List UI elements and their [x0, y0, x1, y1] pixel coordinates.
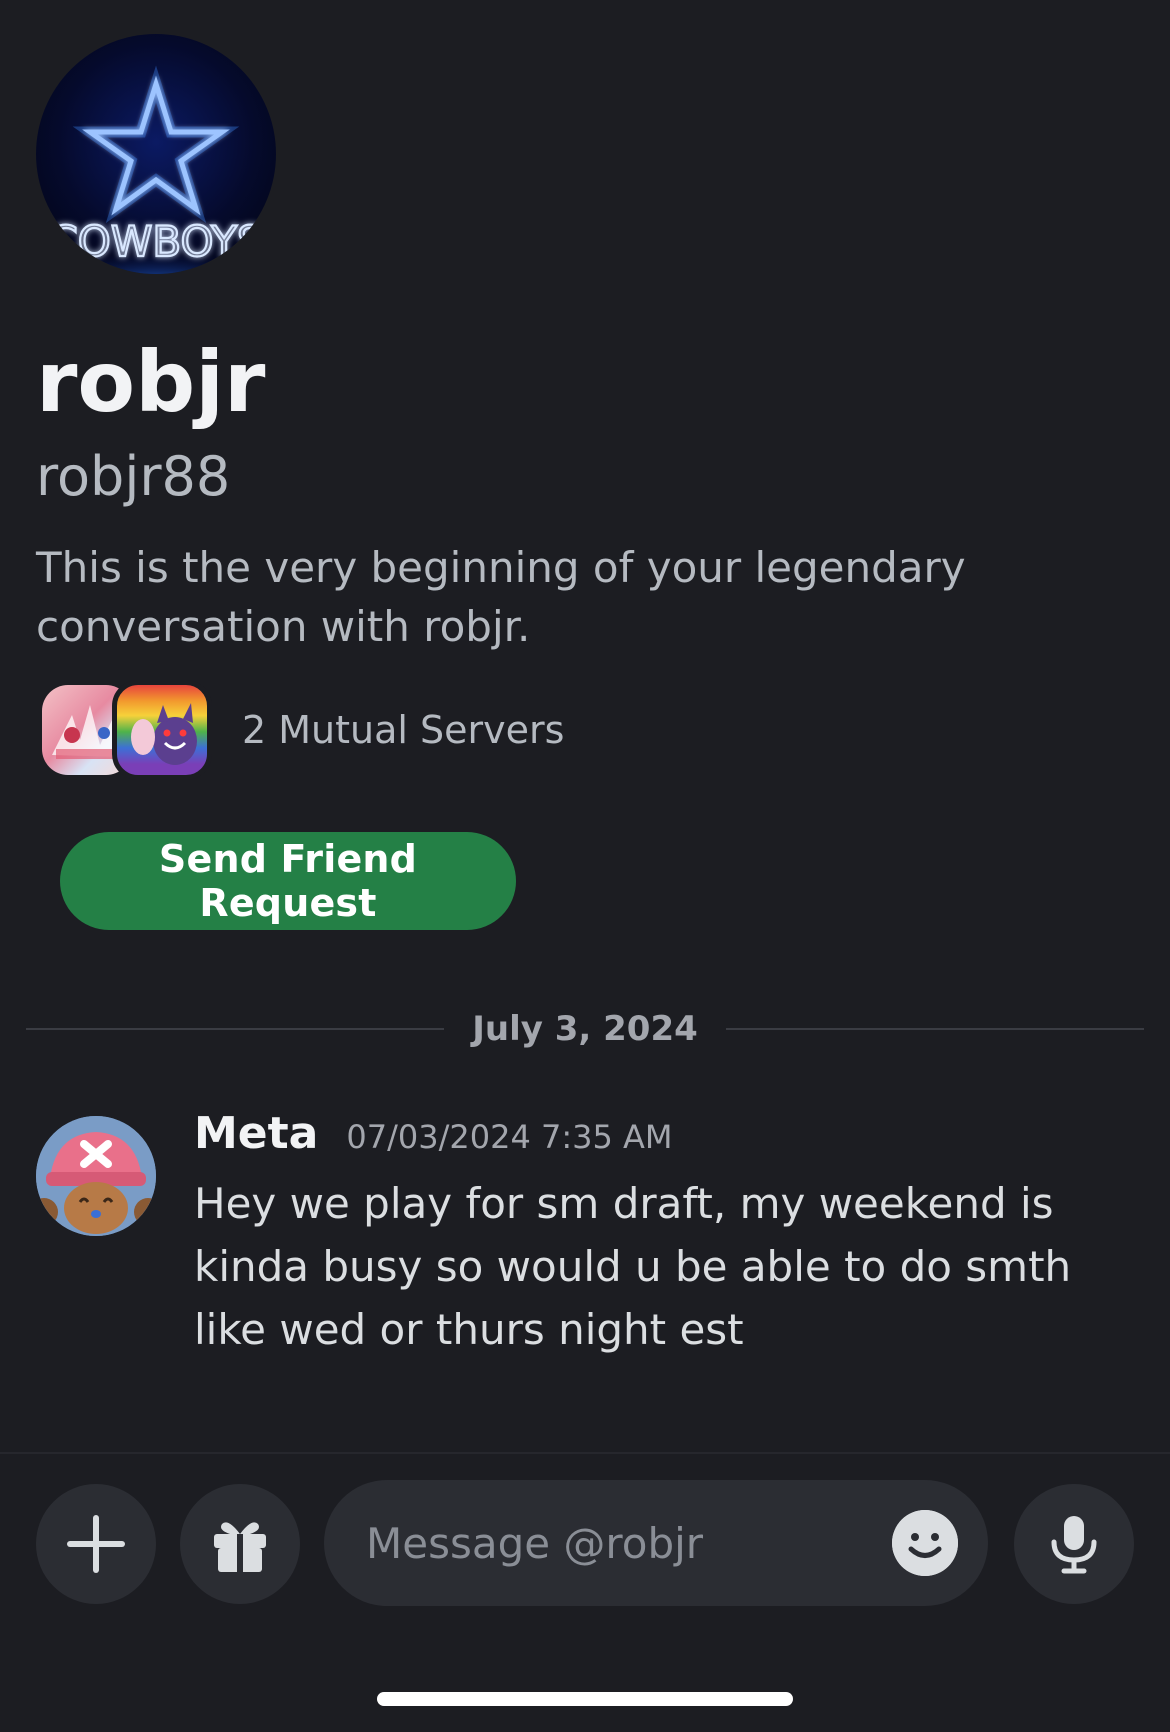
server-icon-rainbow-gengar [112, 680, 212, 780]
composer-divider [0, 1452, 1170, 1454]
gift-button[interactable] [180, 1484, 300, 1604]
date-divider: July 3, 2024 [26, 1004, 1144, 1054]
display-name: robjr [36, 333, 266, 431]
mutual-servers[interactable]: 2 Mutual Servers [42, 680, 565, 780]
emoji-icon [892, 1510, 958, 1576]
cowboys-star-logo: COWBOYS [46, 65, 266, 274]
message-author-avatar[interactable] [36, 1116, 156, 1236]
avatar-wordmark: COWBOYS [48, 217, 263, 266]
message-input[interactable] [366, 1480, 846, 1606]
gift-icon [214, 1522, 266, 1572]
username: robjr88 [36, 445, 231, 508]
chopper-avatar-icon [36, 1116, 156, 1236]
home-indicator[interactable] [377, 1692, 793, 1706]
microphone-icon [1051, 1516, 1097, 1574]
conversation-intro: This is the very beginning of your legen… [36, 543, 966, 651]
divider-line-left [26, 1028, 445, 1030]
message-composer [324, 1480, 988, 1606]
message-timestamp: 07/03/2024 7:35 AM [346, 1118, 673, 1156]
mutual-servers-label: 2 Mutual Servers [242, 708, 565, 752]
dm-screen: COWBOYS robjr robjr88 This is the very b… [0, 0, 1170, 1732]
divider-line-right [725, 1028, 1144, 1030]
plus-icon [67, 1515, 125, 1573]
message-text: Hey we play for sm draft, my weekend is … [194, 1179, 1072, 1354]
attach-button[interactable] [36, 1484, 156, 1604]
voice-message-button[interactable] [1014, 1484, 1134, 1604]
message-author[interactable]: Meta [194, 1108, 318, 1159]
emoji-button[interactable] [892, 1510, 958, 1576]
send-friend-request-button[interactable]: Send Friend Request [60, 832, 516, 930]
date-divider-label: July 3, 2024 [472, 1009, 698, 1049]
profile-avatar[interactable]: COWBOYS [36, 34, 276, 274]
message-header: Meta 07/03/2024 7:35 AM [194, 1108, 673, 1159]
